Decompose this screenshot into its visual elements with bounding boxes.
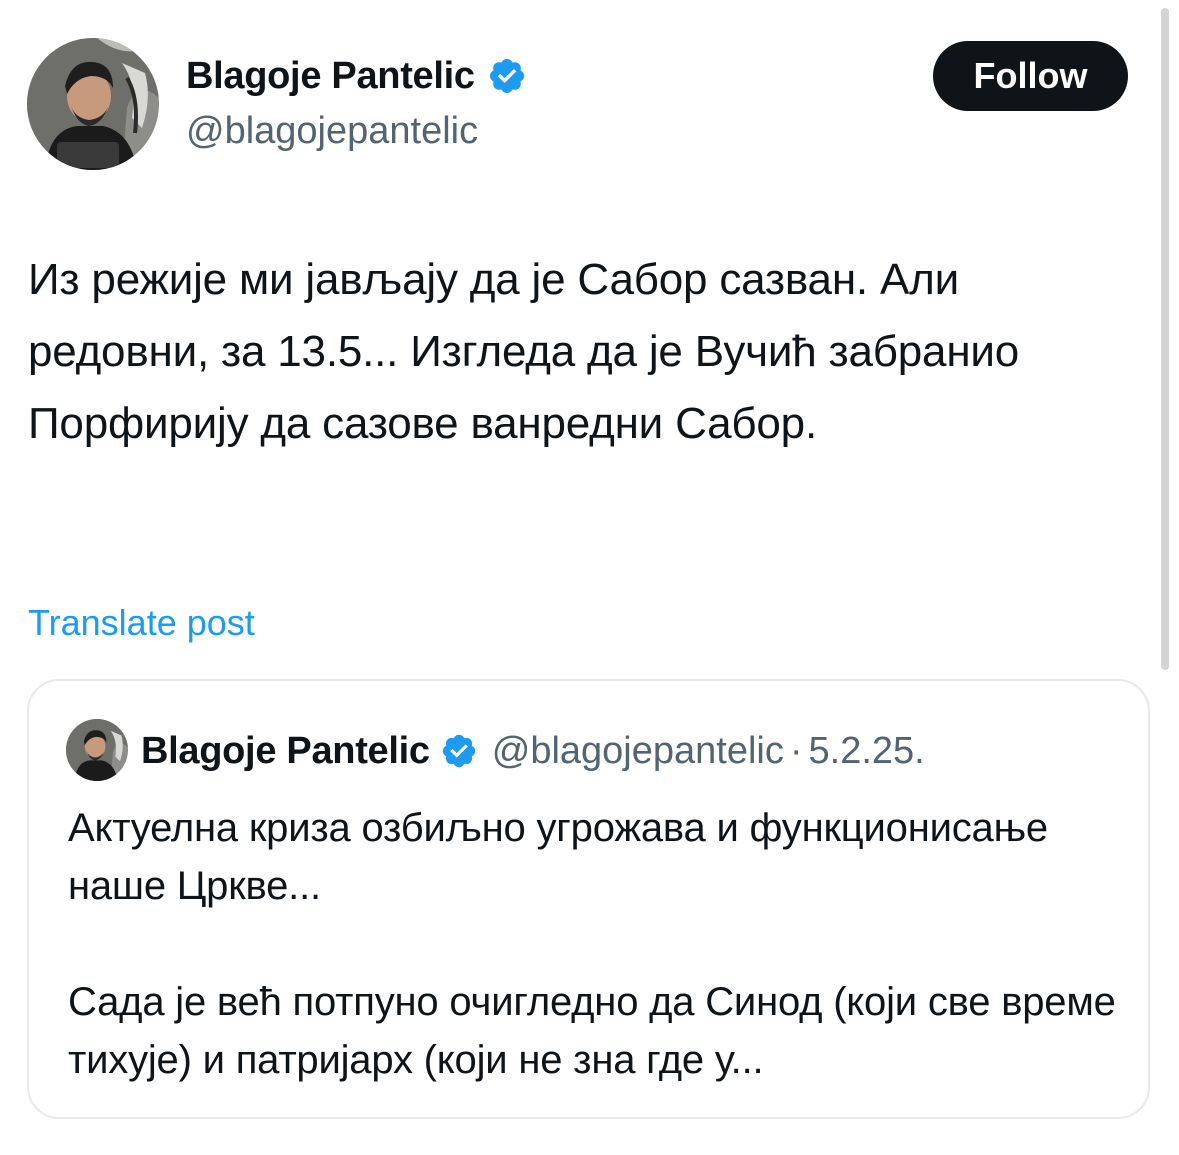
post-text: Из режије ми јављају да је Сабор сазван.… (28, 255, 1020, 448)
verified-badge-icon (487, 56, 527, 96)
author-name-row[interactable]: Blagoje Pantelic (186, 52, 527, 100)
quote-author-avatar (66, 719, 128, 781)
quoted-post-card[interactable]: Blagoje Pantelic @blagojepantelic · 5.2.… (27, 679, 1150, 1119)
translate-post-link[interactable]: Translate post (28, 600, 255, 646)
quote-text: Актуелна криза озбиљно угрожава и функци… (68, 806, 1116, 1082)
author-name[interactable]: Blagoje Pantelic (186, 52, 475, 100)
verified-badge-icon (440, 732, 478, 770)
author-handle[interactable]: @blagojepantelic (186, 107, 478, 155)
avatar-photo (66, 719, 128, 781)
quote-author-handle: @blagojepantelic (491, 730, 784, 772)
scrollbar[interactable] (1161, 8, 1169, 670)
quote-header: Blagoje Pantelic @blagojepantelic · 5.2.… (141, 727, 925, 775)
quote-date: 5.2.25. (808, 730, 925, 772)
quote-separator: · (789, 730, 803, 772)
follow-button[interactable]: Follow (933, 41, 1128, 111)
author-avatar[interactable] (27, 38, 159, 170)
quote-author-name: Blagoje Pantelic (141, 730, 430, 772)
avatar-photo (27, 38, 159, 170)
